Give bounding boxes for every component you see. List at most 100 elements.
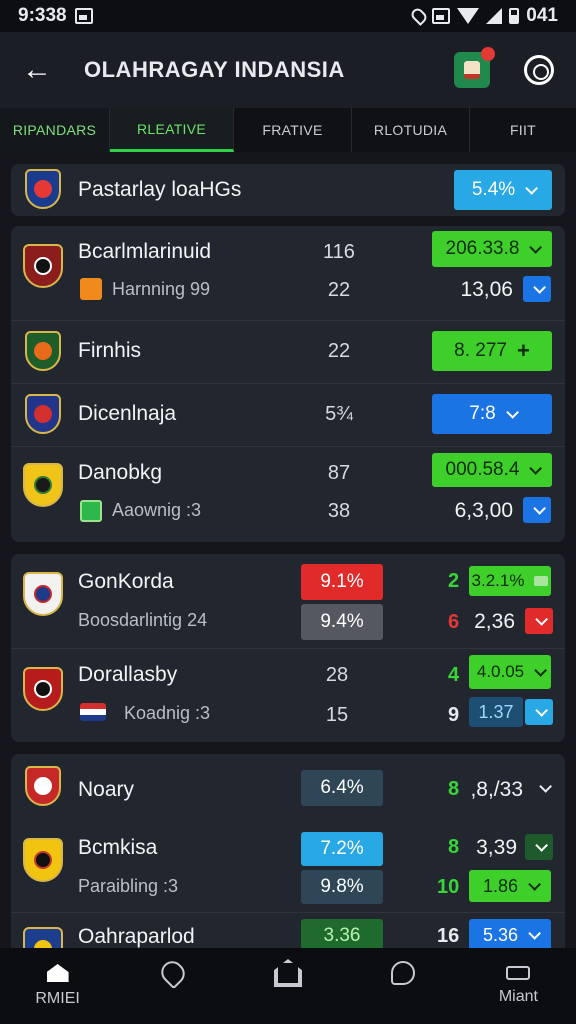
value-text: 3,39 [476, 836, 517, 859]
featured-name: Pastarlay loaHGs [78, 178, 242, 201]
tab-fiit[interactable]: FIIT [470, 108, 576, 152]
nav-house[interactable] [230, 948, 345, 1024]
points-value: 8. 277 [454, 340, 507, 361]
tab-bar: RIPANDARS RLEATIVE FRATIVE RLOTUDIA FIIT [0, 108, 576, 152]
chevron-down-icon[interactable] [525, 608, 553, 634]
table-row[interactable]: Firnhis 22 8. 277 + [11, 321, 565, 383]
tab-ripandars[interactable]: RIPANDARS [0, 108, 110, 152]
chevron-down-icon [529, 461, 543, 475]
table-row[interactable]: Oahraparlod 3.36 16 5.36 [11, 913, 565, 948]
sub-value: 13,06 [460, 278, 513, 301]
sub-label: Harnning 99 [112, 279, 211, 299]
sub-label: Boosdarlintig 24 [78, 610, 208, 630]
matches-played: 5¾ [325, 403, 353, 425]
rank-number: 8 [448, 778, 460, 800]
team-name: Dicenlnaja [78, 402, 177, 425]
value-pill[interactable]: 1.37 [469, 697, 523, 727]
nav-chat[interactable] [346, 948, 461, 1024]
sub-number: 38 [327, 500, 351, 522]
value-pill[interactable]: 3.2.1% [469, 566, 551, 596]
percent-value: 3.36 [323, 925, 361, 946]
sub-number: 22 [327, 279, 351, 301]
table-row[interactable]: Dicenlnaja 5¾ 7:8 [11, 384, 565, 446]
value-pill-text: 1.37 [478, 701, 514, 722]
tab-rleative[interactable]: RLEATIVE [110, 108, 234, 152]
chevron-down-icon[interactable] [523, 497, 551, 523]
value-pill[interactable]: 4.0.05 [469, 655, 551, 689]
back-arrow-icon[interactable]: ← [22, 53, 58, 87]
table-row[interactable]: Bcmkisa 7.2% 8 3,39 Paraibling :3 9.8% 1… [11, 820, 565, 912]
points-pill[interactable]: 7:8 [432, 394, 552, 434]
matches-played: 28 [325, 664, 349, 686]
chevron-down-icon [534, 663, 548, 677]
settings-icon[interactable] [524, 55, 554, 85]
group-card-3: Noary 6.4% 8 ,8,/33 Bcmkisa 7.2% 8 3,39 … [11, 754, 565, 948]
sub-label: Paraibling :3 [78, 876, 179, 896]
group-card-1: Bcarlmlarinuid 116 206.33.8 Harnning 99 … [11, 226, 565, 542]
battery-text: 041 [526, 5, 558, 26]
points-pill[interactable]: 000.58.4 [432, 453, 552, 487]
points-value: 206.33.8 [445, 238, 520, 259]
nav-favorites[interactable] [115, 948, 230, 1024]
team-name: GonKorda [78, 570, 174, 593]
chat-icon [391, 961, 416, 985]
value-pill[interactable]: 1.86 [469, 870, 551, 902]
chevron-down-icon [528, 926, 542, 940]
rank-number: 9 [448, 704, 460, 726]
percent-pill[interactable]: 3.36 [301, 919, 383, 948]
table-row[interactable]: Dorallasby 28 4 4.0.05 Koadnig :3 15 9 1… [11, 649, 565, 742]
matches-played: 22 [327, 340, 351, 362]
team-badge-icon [80, 500, 102, 522]
value-pill[interactable]: 5.36 [469, 919, 551, 948]
notification-dot [481, 47, 495, 61]
chevron-down-icon [505, 405, 519, 419]
points-pill[interactable]: 206.33.8 [432, 231, 552, 267]
rank-number: 6 [448, 611, 460, 633]
featured-pill[interactable]: 5.4% [454, 170, 552, 210]
team-crest-icon [23, 667, 63, 711]
chevron-down-icon[interactable] [539, 780, 552, 793]
table-row[interactable]: GonKorda 9.1% 2 3.2.1% Boosdarlintig 24 … [11, 554, 565, 648]
wifi-icon [457, 8, 480, 24]
rank-number: 2 [448, 570, 460, 592]
chevron-down-icon[interactable] [525, 699, 553, 725]
standings-list: Pastarlay loaHGs 5.4% Bcarlmlarinuid 116… [0, 152, 576, 948]
menu-icon [506, 966, 531, 980]
house-outline-icon [274, 959, 302, 987]
percent-value: 6.4% [320, 777, 364, 798]
nav-home[interactable]: RMIEI [0, 948, 115, 1024]
team-name: Bcmkisa [78, 836, 158, 859]
featured-pill-value: 5.4% [471, 179, 516, 200]
table-row[interactable]: Noary 6.4% 8 ,8,/33 [11, 754, 565, 820]
featured-card[interactable]: Pastarlay loaHGs 5.4% [11, 164, 565, 216]
table-row[interactable]: Bcarlmlarinuid 116 206.33.8 Harnning 99 … [11, 226, 565, 320]
chevron-down-icon[interactable] [523, 276, 551, 302]
bottom-navigation: RMIEI Miant [0, 948, 576, 1024]
location-icon [409, 6, 430, 26]
percent-pill[interactable]: 9.8% [301, 870, 383, 904]
tab-frative[interactable]: FRATIVE [234, 108, 352, 152]
percent-pill[interactable]: 9.4% [301, 604, 383, 640]
list-icon [534, 576, 549, 586]
percent-pill[interactable]: 6.4% [301, 770, 383, 806]
app-bar: ← OLAHRAGAY INDANSIA [0, 32, 576, 108]
vibrate-icon [432, 8, 451, 24]
team-name: Bcarlmlarinuid [78, 240, 212, 263]
points-pill[interactable]: 8. 277 + [432, 331, 552, 371]
tab-rlotudia[interactable]: RLOTUDIA [352, 108, 470, 152]
percent-pill[interactable]: 9.1% [301, 564, 383, 600]
value-pill-text: 4.0.05 [476, 662, 525, 681]
notification-button[interactable] [454, 47, 495, 88]
group-card-2: GonKorda 9.1% 2 3.2.1% Boosdarlintig 24 … [11, 554, 565, 742]
plus-icon: + [516, 338, 530, 363]
rank-number: 4 [448, 664, 460, 686]
nav-menu[interactable]: Miant [461, 948, 576, 1024]
check-icon[interactable] [525, 834, 553, 860]
battery-icon [509, 8, 520, 24]
percent-pill[interactable]: 7.2% [301, 832, 383, 866]
table-row[interactable]: Danobkg 87 000.58.4 Aaownig :3 38 6,3,00 [11, 447, 565, 542]
team-badge-icon [80, 278, 102, 300]
team-crest-icon [25, 394, 61, 434]
matches-played: 87 [327, 462, 351, 484]
sub-label: Koadnig :3 [124, 703, 211, 723]
